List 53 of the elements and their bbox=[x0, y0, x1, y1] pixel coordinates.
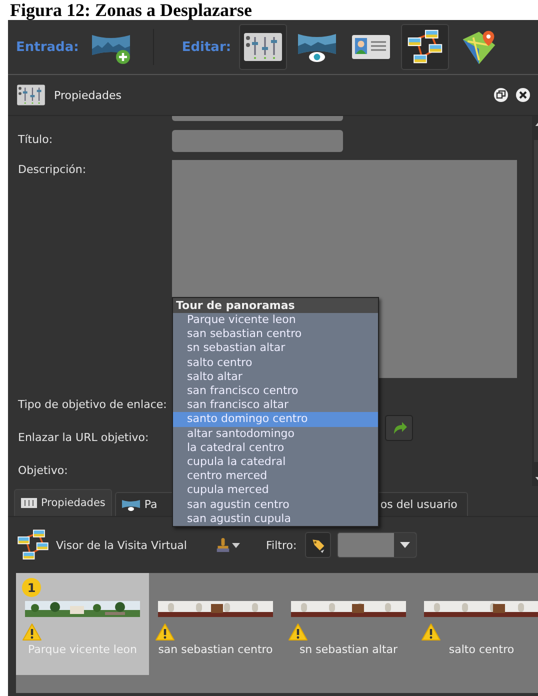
field-label: Título: bbox=[18, 132, 54, 146]
caret-icon[interactable] bbox=[232, 542, 240, 548]
restore-icon[interactable] bbox=[494, 88, 508, 102]
list-item[interactable]: la catedral centro bbox=[173, 440, 378, 456]
toolbar-button[interactable] bbox=[401, 24, 450, 70]
list-item[interactable]: san francisco altar bbox=[173, 398, 378, 412]
list-item[interactable]: san francisco centro bbox=[173, 384, 378, 398]
panorama-label: salto centro bbox=[448, 643, 514, 656]
viewer-title: Visor de la Visita Virtual bbox=[56, 538, 188, 552]
panorama-label: sn sebastian altar bbox=[299, 643, 398, 656]
curved-arrow-icon bbox=[391, 420, 407, 436]
toolbar-label: Entrada: bbox=[16, 40, 79, 54]
field-label: Enlazar la URL objetivo: bbox=[18, 430, 150, 444]
tag-button[interactable] bbox=[304, 532, 331, 558]
filter-dropdown[interactable] bbox=[336, 532, 417, 558]
list-item[interactable]: salto altar bbox=[173, 370, 378, 384]
figure-caption: Figura 12: Zonas a Desplazarse bbox=[9, 0, 252, 20]
panorama-item[interactable]: san sebastian centro bbox=[149, 573, 282, 675]
list-item[interactable]: santo domingo centro bbox=[173, 412, 378, 427]
field-label: Objetivo: bbox=[18, 463, 69, 477]
list-item[interactable]: Parque vicente leon bbox=[173, 313, 378, 328]
list-item[interactable]: cupula la catedral bbox=[173, 455, 378, 470]
toolbar-label: Editar: bbox=[182, 40, 232, 54]
field-label: Tipo de objetivo de enlace: bbox=[18, 397, 168, 411]
panorama-item[interactable]: salto centro bbox=[415, 573, 538, 675]
toolbar-button[interactable] bbox=[239, 24, 288, 70]
list-item[interactable]: sn sebastian altar bbox=[173, 341, 378, 356]
list-item[interactable]: altar santodomingo bbox=[173, 426, 378, 441]
sliders-icon bbox=[243, 32, 284, 62]
list-item[interactable]: centro merced bbox=[173, 469, 378, 484]
sliders-icon bbox=[16, 84, 46, 106]
input-field[interactable] bbox=[172, 116, 343, 121]
tab[interactable]: Propiedades bbox=[14, 489, 112, 516]
close-icon[interactable] bbox=[516, 88, 530, 102]
list-item[interactable]: salto centro bbox=[173, 356, 378, 370]
caret-icon bbox=[400, 542, 410, 548]
redirect-button[interactable] bbox=[385, 415, 413, 441]
panorama-item[interactable]: sn sebastian altar bbox=[282, 573, 415, 675]
panorama-label: san sebastian centro bbox=[158, 643, 273, 656]
input-field[interactable] bbox=[172, 130, 343, 152]
tag-icon bbox=[310, 537, 326, 553]
number-badge: 1 bbox=[22, 578, 41, 597]
linked-photos-icon bbox=[16, 528, 50, 562]
list-item[interactable]: san sebastian centro bbox=[173, 327, 378, 342]
id-card-icon bbox=[351, 33, 392, 61]
panel-title: Propiedades bbox=[54, 88, 122, 102]
stamp-icon[interactable] bbox=[216, 537, 230, 553]
linked-photos-icon bbox=[406, 28, 444, 66]
sliders-icon bbox=[21, 498, 37, 508]
list-header: Tour de panoramas bbox=[173, 298, 378, 313]
filter-label: Filtro: bbox=[266, 538, 297, 552]
panorama-eye-icon bbox=[122, 498, 140, 510]
field-label: Descripción: bbox=[18, 162, 88, 176]
